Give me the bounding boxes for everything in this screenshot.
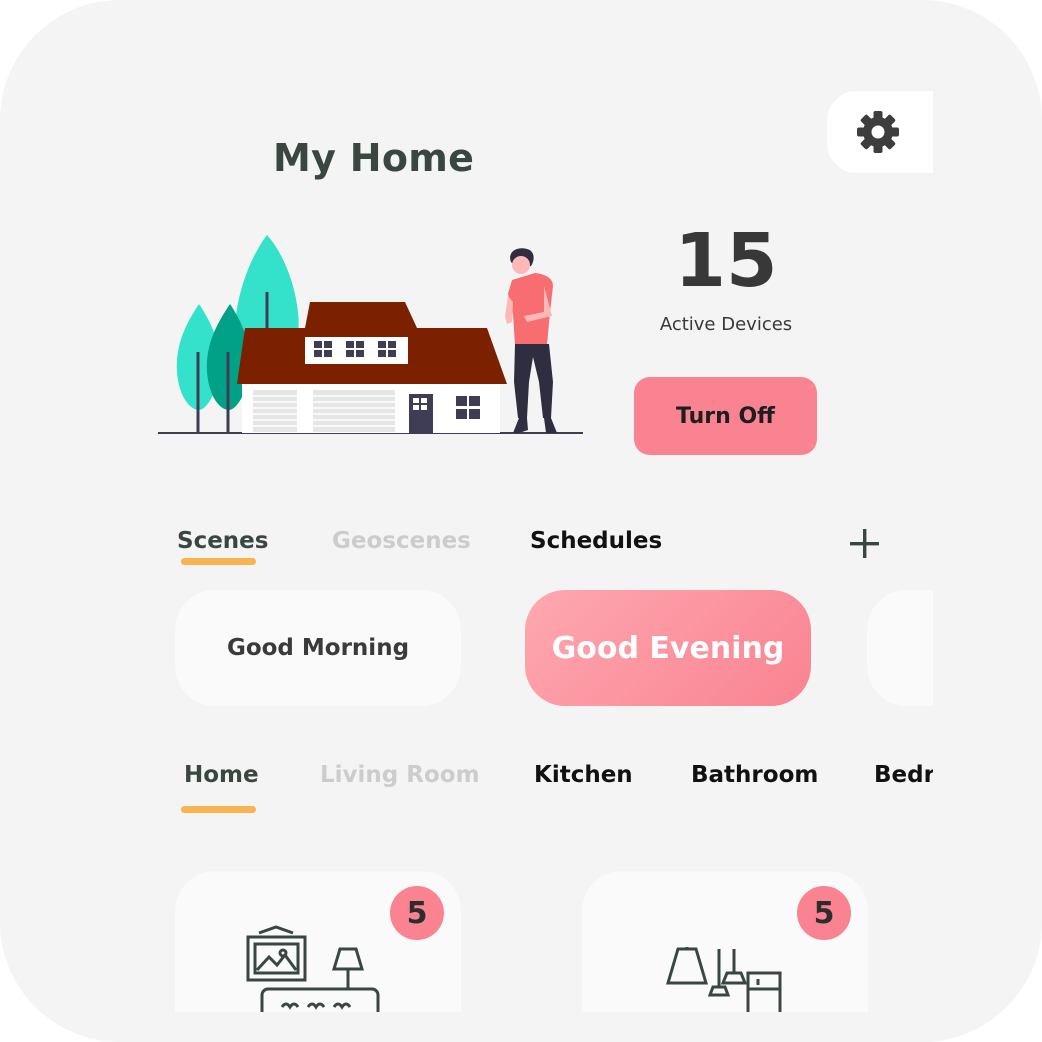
room-card-living[interactable]: 5 bbox=[175, 871, 461, 1012]
tab-living-room[interactable]: Living Room bbox=[320, 762, 480, 788]
scene-card-good-evening[interactable]: Good Evening bbox=[525, 590, 811, 706]
tab-scenes[interactable]: Scenes bbox=[177, 528, 268, 554]
home-tab-underline bbox=[181, 806, 256, 813]
living-room-icon bbox=[246, 925, 380, 1012]
tab-kitchen[interactable]: Kitchen bbox=[534, 762, 633, 788]
device-count-badge: 5 bbox=[797, 886, 851, 940]
tab-geoscenes[interactable]: Geoscenes bbox=[332, 528, 471, 554]
tab-home[interactable]: Home bbox=[184, 762, 259, 788]
app-frame: My Home 15 Active Devices Turn Off Scene… bbox=[0, 0, 1042, 1042]
active-devices-label: Active Devices bbox=[659, 314, 793, 335]
scenes-tab-underline bbox=[181, 558, 256, 565]
tab-bathroom[interactable]: Bathroom bbox=[691, 762, 818, 788]
plus-icon[interactable] bbox=[849, 528, 880, 559]
house-illustration bbox=[158, 235, 583, 434]
tab-schedules[interactable]: Schedules bbox=[530, 528, 662, 554]
scene-card-partial[interactable] bbox=[867, 590, 933, 706]
tab-bedroom[interactable]: Bedroom bbox=[874, 762, 933, 788]
device-count-badge: 5 bbox=[390, 886, 444, 940]
gear-icon bbox=[857, 111, 899, 153]
page-title: My Home bbox=[273, 136, 475, 180]
turn-off-button[interactable]: Turn Off bbox=[634, 377, 817, 455]
scene-card-good-morning[interactable]: Good Morning bbox=[175, 590, 461, 706]
room-card-kitchen[interactable]: 5 bbox=[582, 871, 868, 1012]
active-devices-count: 15 bbox=[674, 218, 778, 304]
settings-button[interactable] bbox=[827, 91, 933, 173]
app-viewport: My Home 15 Active Devices Turn Off Scene… bbox=[0, 0, 933, 1012]
kitchen-icon bbox=[666, 947, 782, 1012]
